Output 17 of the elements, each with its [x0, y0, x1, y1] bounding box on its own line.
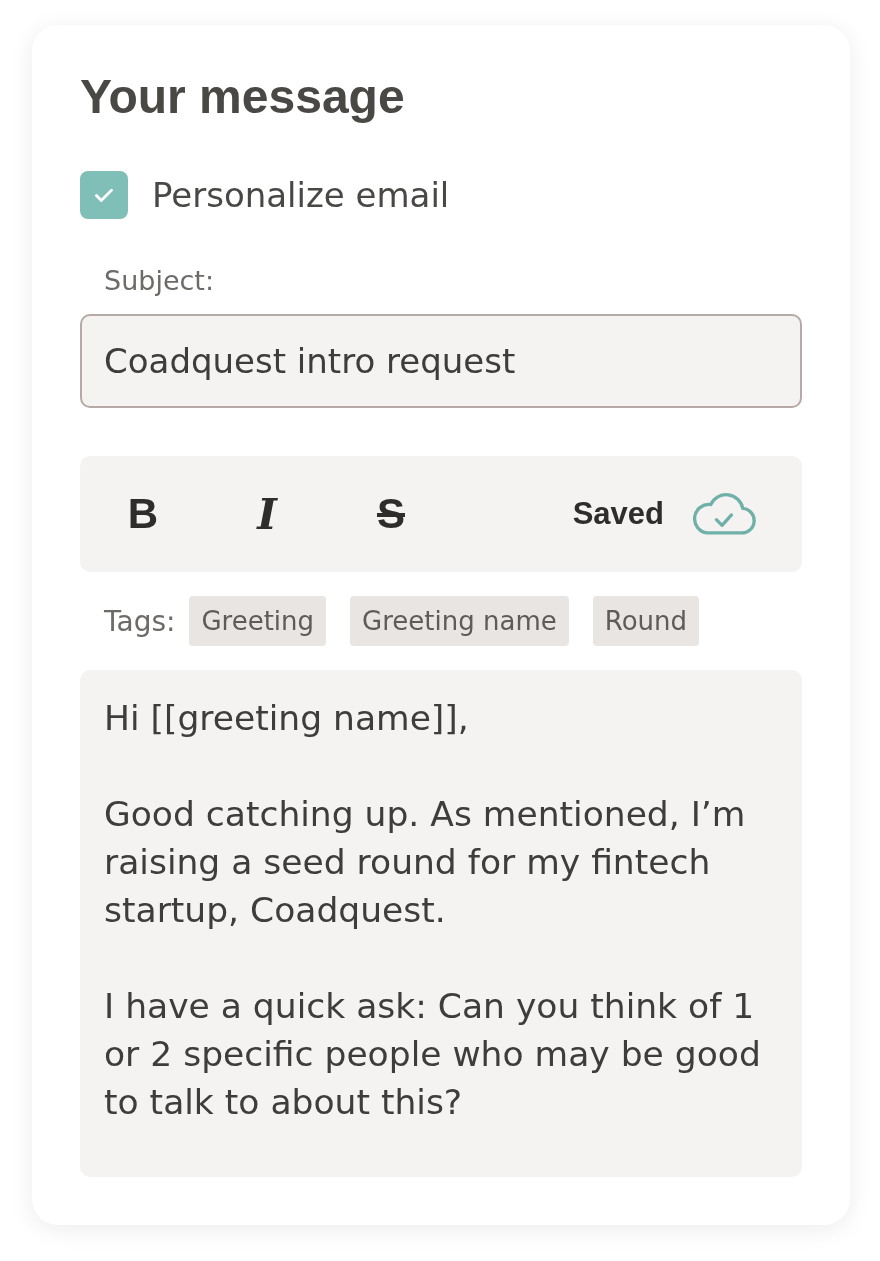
tag-chip[interactable]: Greeting: [189, 596, 327, 646]
checkbox[interactable]: [80, 171, 128, 219]
bold-button[interactable]: B: [110, 489, 176, 539]
tag-chip[interactable]: Round: [592, 596, 700, 646]
message-paragraph: Good catching up. As mentioned, I’m raising a seed round for my fintech startup, Coadquest.: [104, 793, 747, 932]
message-paragraph: Hi [[greeting name]],: [104, 697, 470, 740]
message-paragraph: I have a quick ask: Can you think of 1 or 2 specific people who may be good to talk to about this?: [104, 985, 762, 1124]
strike-button[interactable]: S: [358, 489, 424, 539]
section-title: Your message: [80, 69, 406, 125]
tag-chip[interactable]: Greeting name: [350, 596, 569, 646]
italic-button[interactable]: I: [234, 488, 300, 540]
cloud-check-icon: [690, 491, 756, 537]
subject-field[interactable]: Coadquest intro request: [80, 314, 802, 408]
checkbox-label: Personalize email: [152, 175, 450, 215]
tags-label: Tags:: [104, 604, 176, 638]
saved-status: Saved: [572, 496, 664, 532]
field-label: Subject:: [104, 265, 216, 296]
